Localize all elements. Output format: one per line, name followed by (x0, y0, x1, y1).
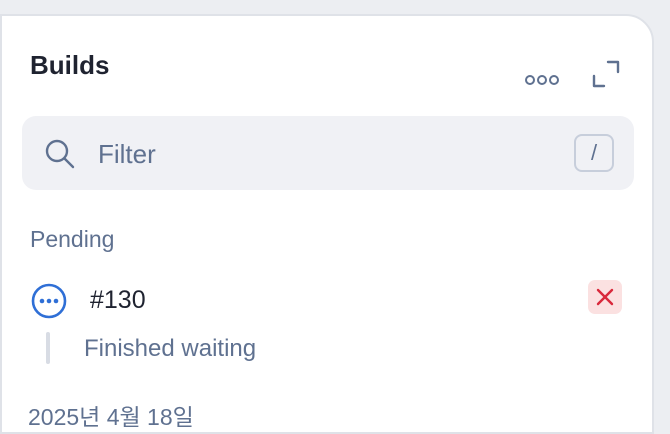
build-step-status: Finished waiting (84, 335, 257, 362)
section-label-date: 2025년 4월 18일 (28, 404, 194, 430)
shortcut-key-hint: / (574, 134, 614, 172)
more-options-button[interactable] (522, 60, 562, 100)
section-label-pending: Pending (30, 226, 115, 252)
expand-button[interactable] (588, 56, 624, 92)
pending-dots-icon (31, 283, 67, 319)
more-horizontal-icon (525, 75, 559, 85)
build-row[interactable]: #130 (30, 280, 626, 324)
panel-title: Builds (30, 50, 110, 80)
expand-icon (592, 60, 620, 88)
step-connector-line (46, 332, 50, 364)
builds-panel: Builds / Pending #130 (0, 14, 654, 434)
cancel-build-button[interactable] (588, 280, 622, 314)
close-icon (596, 288, 614, 306)
filter-box[interactable]: / (22, 116, 634, 190)
filter-input[interactable] (96, 134, 560, 174)
build-number[interactable]: #130 (90, 286, 146, 315)
search-icon (45, 139, 75, 169)
